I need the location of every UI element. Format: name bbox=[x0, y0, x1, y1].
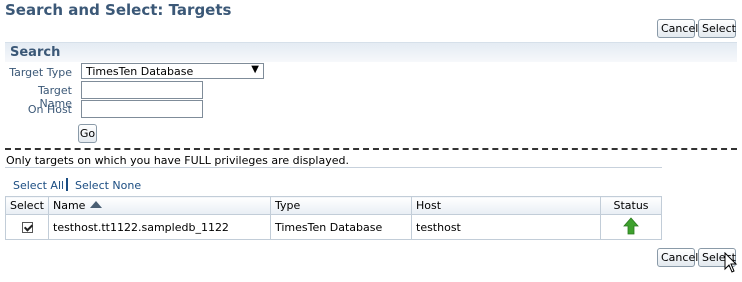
target-type-value: TimesTen Database bbox=[86, 65, 194, 78]
target-name-input[interactable] bbox=[81, 81, 203, 99]
on-host-input[interactable] bbox=[81, 100, 203, 118]
targets-table: Select Name Type Host Status testhost.tt… bbox=[5, 196, 662, 240]
sort-ascending-icon[interactable] bbox=[90, 201, 103, 208]
select-column-header: Select bbox=[5, 196, 49, 215]
dropdown-arrow-icon: ▼ bbox=[251, 64, 259, 75]
link-separator bbox=[66, 178, 68, 191]
mouse-pointer-icon bbox=[724, 252, 738, 273]
table-header-row: Select Name Type Host Status bbox=[5, 196, 662, 215]
info-divider bbox=[5, 167, 662, 168]
type-column-header: Type bbox=[270, 196, 412, 215]
select-button-top[interactable]: Select bbox=[698, 19, 736, 38]
privileges-info-text: Only targets on which you have FULL priv… bbox=[6, 154, 349, 167]
target-type-label: Target Type bbox=[9, 66, 72, 79]
search-section-header: Search bbox=[5, 42, 737, 62]
cancel-button-top[interactable]: Cancel bbox=[657, 19, 698, 38]
status-column-header: Status bbox=[600, 196, 662, 215]
target-type-cell: TimesTen Database bbox=[270, 214, 412, 240]
name-column-header[interactable]: Name bbox=[48, 196, 271, 215]
status-up-arrow-icon bbox=[623, 216, 639, 234]
target-host-cell: testhost bbox=[411, 214, 601, 240]
target-status-cell bbox=[600, 214, 662, 240]
go-button[interactable]: Go bbox=[78, 124, 97, 143]
select-none-link[interactable]: Select None bbox=[75, 179, 141, 192]
target-type-select[interactable]: TimesTen Database ▼ bbox=[81, 63, 264, 79]
search-section-title: Search bbox=[10, 45, 61, 60]
table-row: testhost.tt1122.sampledb_1122 TimesTen D… bbox=[5, 214, 662, 240]
host-column-header: Host bbox=[411, 196, 601, 215]
cancel-button-bottom[interactable]: Cancel bbox=[657, 248, 698, 267]
target-name-cell: testhost.tt1122.sampledb_1122 bbox=[48, 214, 271, 240]
row-select-checkbox[interactable] bbox=[21, 222, 33, 233]
page-title: Search and Select: Targets bbox=[5, 1, 232, 19]
select-all-link[interactable]: Select All bbox=[13, 179, 64, 192]
name-column-label: Name bbox=[53, 199, 86, 212]
on-host-label: On Host bbox=[27, 103, 72, 116]
section-divider bbox=[5, 148, 737, 150]
row-select-cell bbox=[5, 214, 49, 240]
